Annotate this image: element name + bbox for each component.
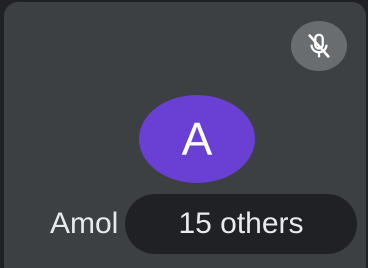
mic-off-badge: [291, 21, 347, 71]
others-count-label: 15 others: [178, 207, 304, 240]
mic-off-icon: [308, 33, 330, 59]
avatar-initial: A: [181, 113, 213, 165]
participant-name: Amol: [50, 207, 119, 240]
avatar: A: [139, 95, 255, 183]
others-chip[interactable]: 15 others: [125, 194, 357, 254]
video-grid: A Amol 15 others: [0, 0, 368, 268]
